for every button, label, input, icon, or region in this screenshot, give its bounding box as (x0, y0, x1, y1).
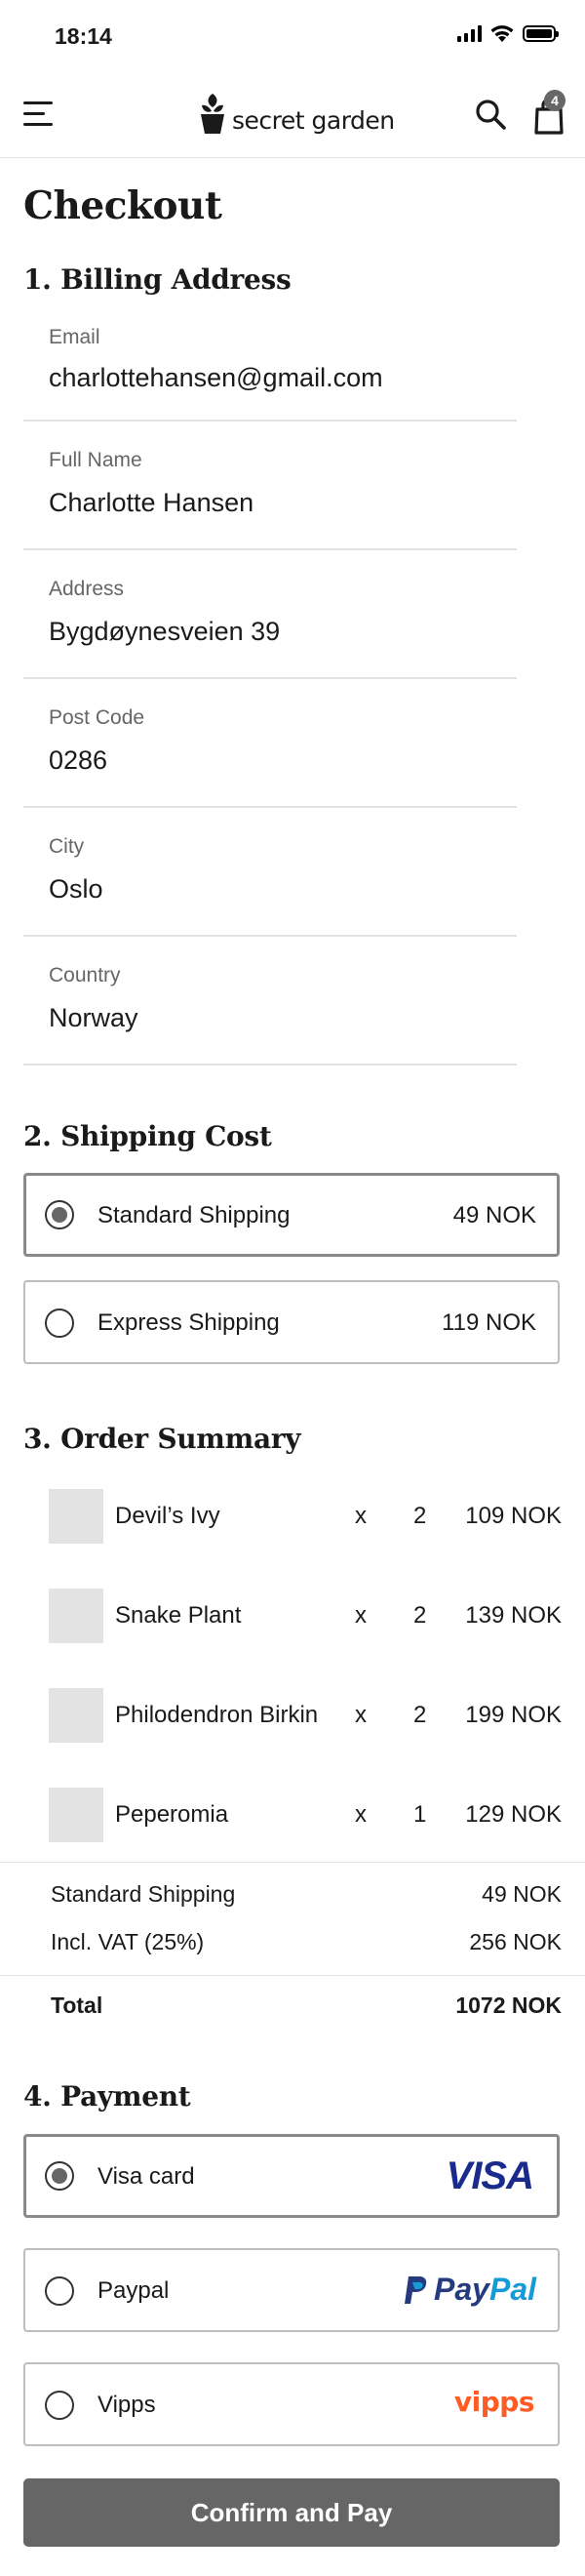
status-time: 18:14 (55, 23, 112, 49)
total-value: 1072 NOK (455, 1992, 562, 2018)
status-icons (457, 23, 559, 43)
menu-icon[interactable] (23, 101, 55, 129)
vipps-logo: vipps (453, 2386, 535, 2418)
search-icon[interactable] (474, 98, 509, 133)
summary-divider (0, 1975, 585, 1976)
billing-heading: 1. Billing Address (23, 263, 292, 296)
item-name: Philodendron Birkin (115, 1702, 319, 1728)
radio-unselected-icon[interactable] (45, 2276, 74, 2306)
express-shipping-price: 119 NOK (442, 1309, 536, 1336)
email-value: charlottehansen@gmail.com (49, 363, 383, 392)
item-name: Snake Plant (115, 1602, 242, 1629)
vat-row: Incl. VAT (25%) 256 NOK (0, 1929, 585, 1958)
post-code-value: 0286 (49, 745, 108, 775)
standard-shipping-label: Standard Shipping (98, 1202, 291, 1228)
vipps-label: Vipps (98, 2392, 156, 2418)
paypal-logo: PayPal (403, 2272, 536, 2308)
country-label: Country (49, 964, 121, 986)
paypal-option[interactable]: Paypal PayPal (23, 2248, 560, 2332)
confirm-and-pay-button[interactable]: Confirm and Pay (23, 2478, 560, 2547)
paypal-mark-icon (405, 2275, 427, 2304)
order-summary-heading: 3. Order Summary (23, 1423, 301, 1455)
city-label: City (49, 835, 85, 858)
item-quantity: 2 (413, 1602, 427, 1629)
item-multiplier: x (355, 1702, 367, 1728)
paypal-logo-pay: Pay (434, 2272, 489, 2307)
shipping-summary-value: 49 NOK (482, 1881, 562, 1907)
item-multiplier: x (355, 1503, 367, 1529)
standard-shipping-option[interactable]: Standard Shipping 49 NOK (23, 1173, 560, 1257)
country-value: Norway (49, 1003, 138, 1032)
summary-divider (0, 1862, 585, 1863)
item-quantity: 2 (413, 1503, 427, 1529)
paypal-label: Paypal (98, 2277, 170, 2304)
visa-label: Visa card (98, 2163, 195, 2190)
city-value: Oslo (49, 874, 103, 904)
paypal-logo-pal: Pal (488, 2272, 536, 2307)
item-price: 109 NOK (465, 1503, 562, 1529)
item-quantity: 2 (413, 1702, 427, 1728)
vat-label: Incl. VAT (25%) (51, 1929, 205, 1954)
payment-heading: 4. Payment (23, 2080, 191, 2113)
product-thumbnail (49, 1489, 103, 1544)
app-header: secret garden (0, 74, 585, 158)
total-row: Total 1072 NOK (0, 1992, 585, 2022)
address-field[interactable]: Address Bygdøynesveien 39 (23, 550, 517, 679)
address-value: Bygdøynesveien 39 (49, 617, 281, 646)
item-multiplier: x (355, 1801, 367, 1828)
total-label: Total (51, 1992, 103, 2018)
order-item: Devil’s Ivy x 2 109 NOK (0, 1487, 585, 1546)
plant-pot-icon (201, 94, 224, 134)
full-name-field[interactable]: Full Name Charlotte Hansen (23, 422, 517, 550)
post-code-field[interactable]: Post Code 0286 (23, 679, 517, 808)
full-name-label: Full Name (49, 449, 142, 471)
signal-icon (457, 24, 482, 42)
address-label: Address (49, 578, 125, 600)
wifi-icon (490, 25, 514, 42)
radio-unselected-icon[interactable] (45, 2391, 74, 2420)
express-shipping-option[interactable]: Express Shipping 119 NOK (23, 1280, 560, 1364)
page-title: Checkout (23, 183, 222, 228)
full-name-value: Charlotte Hansen (49, 488, 254, 517)
battery-icon (523, 24, 559, 42)
radio-selected-icon[interactable] (45, 1200, 74, 1229)
product-thumbnail (49, 1688, 103, 1743)
country-field[interactable]: Country Norway (23, 937, 517, 1066)
post-code-label: Post Code (49, 706, 145, 729)
express-shipping-label: Express Shipping (98, 1309, 280, 1336)
item-quantity: 1 (413, 1801, 427, 1828)
radio-selected-icon[interactable] (45, 2161, 74, 2191)
item-price: 129 NOK (465, 1801, 562, 1828)
visa-logo: VISA (446, 2154, 534, 2197)
visa-option[interactable]: Visa card VISA (23, 2134, 560, 2218)
product-thumbnail (49, 1788, 103, 1842)
shipping-summary-row: Standard Shipping 49 NOK (0, 1881, 585, 1911)
order-item: Peperomia x 1 129 NOK (0, 1786, 585, 1844)
cart-count-badge: 4 (544, 90, 566, 111)
vat-value: 256 NOK (469, 1929, 562, 1954)
shipping-heading: 2. Shipping Cost (23, 1120, 272, 1152)
standard-shipping-price: 49 NOK (452, 1202, 536, 1228)
radio-unselected-icon[interactable] (45, 1308, 74, 1338)
brand-name: secret garden (232, 106, 395, 135)
item-name: Devil’s Ivy (115, 1503, 220, 1529)
city-field[interactable]: City Oslo (23, 808, 517, 937)
product-thumbnail (49, 1589, 103, 1643)
item-price: 199 NOK (465, 1702, 562, 1728)
order-item: Philodendron Birkin x 2 199 NOK (0, 1686, 585, 1745)
email-field[interactable]: Email charlottehansen@gmail.com (23, 310, 517, 422)
item-name: Peperomia (115, 1801, 229, 1828)
item-multiplier: x (355, 1602, 367, 1629)
order-item: Snake Plant x 2 139 NOK (0, 1587, 585, 1645)
brand-logo[interactable]: secret garden (199, 92, 395, 135)
vipps-option[interactable]: Vipps vipps (23, 2362, 560, 2446)
shipping-summary-label: Standard Shipping (51, 1881, 236, 1907)
email-label: Email (49, 326, 100, 348)
status-bar: 18:14 (0, 0, 585, 74)
item-price: 139 NOK (465, 1602, 562, 1629)
